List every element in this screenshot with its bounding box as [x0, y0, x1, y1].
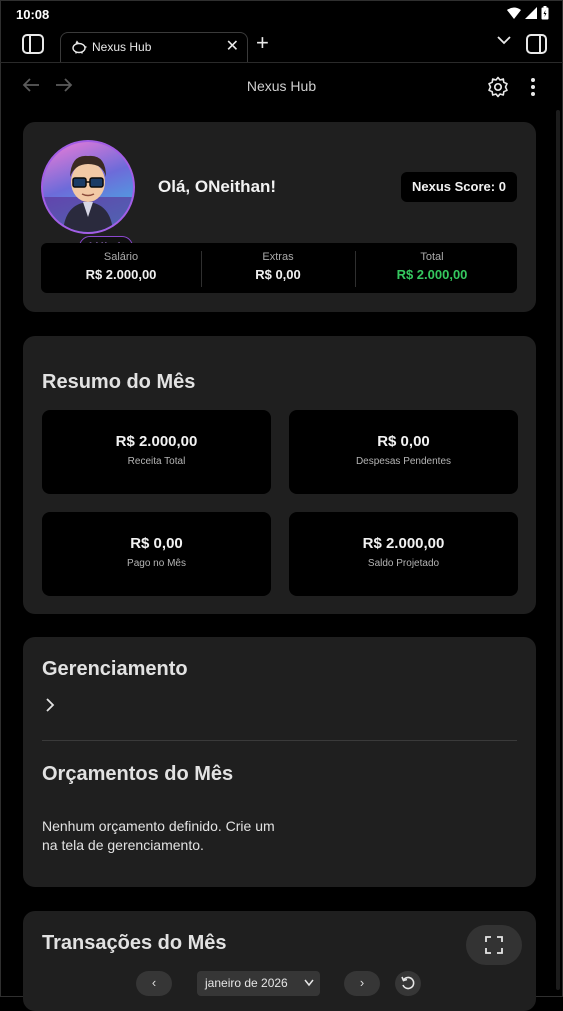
- metric-receita-total: R$ 2.000,00 Receita Total: [42, 410, 271, 494]
- metric-saldo-projetado: R$ 2.000,00 Saldo Projetado: [289, 512, 518, 596]
- fullscreen-icon: [485, 936, 503, 954]
- wifi-icon: [507, 7, 521, 19]
- metric-value: R$ 0,00: [130, 535, 183, 552]
- page-title: Nexus Hub: [246, 78, 317, 94]
- month-select[interactable]: janeiro de 2026: [197, 971, 320, 996]
- battery-icon: [541, 6, 549, 20]
- profile-card: LVL 1 Olá, ONeithan! Nexus Score: 0 Salá…: [23, 122, 536, 312]
- scrollbar[interactable]: [556, 110, 560, 990]
- chevron-down-icon[interactable]: [497, 35, 511, 45]
- empty-budgets-message: Nenhum orçamento definido. Crie um na te…: [42, 818, 275, 853]
- next-month-button[interactable]: ›: [344, 971, 380, 996]
- budgets-title: Orçamentos do Mês: [42, 763, 234, 785]
- tab-switcher-icon[interactable]: [526, 34, 547, 54]
- gear-icon[interactable]: [487, 76, 509, 98]
- refresh-button[interactable]: [395, 971, 421, 996]
- section-title: Transações do Mês: [42, 932, 227, 954]
- summary-label: Extras: [262, 251, 294, 263]
- summary-extras: Extras R$ 0,00: [201, 243, 355, 293]
- refresh-icon: [401, 976, 415, 990]
- more-vert-icon[interactable]: [524, 76, 542, 98]
- avatar-image: [41, 140, 135, 234]
- new-tab-icon[interactable]: +: [256, 31, 269, 55]
- fullscreen-button[interactable]: [466, 925, 522, 965]
- summary-label: Total: [420, 251, 444, 263]
- tab-strip: Nexus Hub ✕ +: [0, 28, 563, 64]
- summary-label: Salário: [103, 251, 139, 263]
- toolbar: Nexus Hub: [0, 64, 563, 110]
- metric-label: Pago no Mês: [127, 558, 186, 569]
- transactions-card: Transações do Mês ‹ janeiro de 2026 ›: [23, 911, 536, 1011]
- chevron-down-icon: [304, 979, 314, 987]
- metric-value: R$ 2.000,00: [362, 535, 445, 552]
- monthly-summary-card: Resumo do Mês R$ 2.000,00 Receita Total …: [23, 336, 536, 614]
- summary-total: Total R$ 2.000,00: [355, 243, 509, 293]
- metric-value: R$ 2.000,00: [115, 433, 198, 450]
- summary-value: R$ 2.000,00: [396, 267, 468, 282]
- income-summary: Salário R$ 2.000,00 Extras R$ 0,00 Total…: [41, 243, 517, 293]
- piggy-bank-icon: [72, 40, 87, 54]
- signal-icon: [525, 7, 537, 19]
- greeting-text: Olá, ONeithan!: [158, 177, 277, 196]
- chevron-right-icon[interactable]: [43, 697, 57, 713]
- avatar-illustration: [43, 155, 133, 232]
- summary-value: R$ 2.000,00: [85, 267, 157, 282]
- tab-nexus-hub[interactable]: Nexus Hub ✕: [60, 32, 248, 63]
- management-card: Gerenciamento Orçamentos do Mês Nenhum o…: [23, 637, 536, 887]
- summary-value: R$ 0,00: [255, 267, 301, 282]
- metric-pago-no-mes: R$ 0,00 Pago no Mês: [42, 512, 271, 596]
- divider: [0, 62, 563, 63]
- avatar[interactable]: LVL 1: [41, 140, 135, 258]
- metric-label: Receita Total: [127, 456, 186, 467]
- summary-salario: Salário R$ 2.000,00: [41, 243, 201, 293]
- status-bar: 10:08: [0, 0, 563, 28]
- sidebar-toggle-icon[interactable]: [22, 34, 44, 54]
- status-time: 10:08: [16, 7, 50, 22]
- tab-label: Nexus Hub: [92, 40, 152, 54]
- close-tab-icon[interactable]: ✕: [226, 39, 239, 55]
- status-icons: [507, 6, 549, 20]
- divider: [42, 740, 517, 741]
- section-title: Resumo do Mês: [42, 371, 196, 393]
- previous-month-button[interactable]: ‹: [136, 971, 172, 996]
- nexus-score-badge[interactable]: Nexus Score: 0: [401, 172, 517, 202]
- metric-value: R$ 0,00: [377, 433, 430, 450]
- month-select-value: janeiro de 2026: [205, 976, 288, 990]
- metric-label: Despesas Pendentes: [355, 456, 452, 467]
- metric-despesas-pendentes: R$ 0,00 Despesas Pendentes: [289, 410, 518, 494]
- metric-label: Saldo Projetado: [367, 558, 440, 569]
- section-title: Gerenciamento: [42, 658, 188, 680]
